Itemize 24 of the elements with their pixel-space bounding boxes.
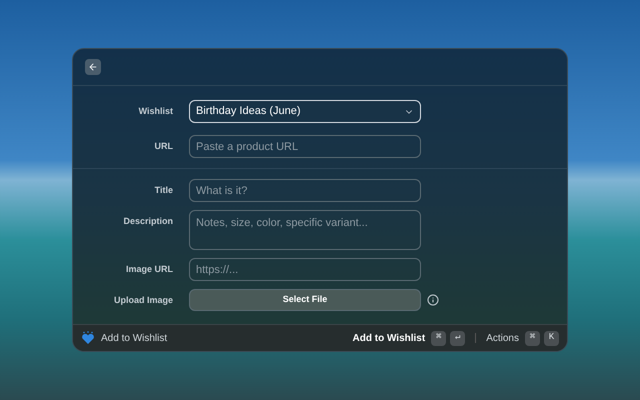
- textarea-field[interactable]: Notes, size, color, specific variant...: [189, 210, 421, 250]
- back-button[interactable]: [85, 59, 101, 75]
- key-cap: ↵: [450, 330, 466, 346]
- select-value: Birthday Ideas (June): [196, 104, 301, 120]
- input-field[interactable]: Paste a product URL: [189, 135, 421, 158]
- info-icon[interactable]: [427, 294, 439, 306]
- field-label: Wishlist: [138, 105, 174, 118]
- key-cap: ⌘: [431, 330, 446, 346]
- input-field[interactable]: What is it?: [189, 179, 421, 202]
- add-to-wishlist-button[interactable]: Add to Wishlist: [352, 330, 426, 346]
- field-label: Image URL: [124, 263, 174, 276]
- back-arrow-icon: [88, 62, 98, 72]
- actions-button[interactable]: Actions: [486, 330, 519, 346]
- wishlist-select[interactable]: Birthday Ideas (June): [189, 100, 421, 123]
- input-field[interactable]: https://...: [189, 258, 421, 281]
- select-file-button[interactable]: Select File: [189, 289, 421, 311]
- field-label: URL: [154, 140, 174, 153]
- footer-title: Add to Wishlist: [101, 332, 168, 346]
- key-cap: ⌘: [525, 330, 540, 346]
- field-label: Title: [154, 184, 174, 197]
- field-label: Upload Image: [112, 294, 174, 307]
- key-cap: K: [544, 330, 559, 346]
- field-label: Description: [122, 215, 174, 228]
- heart-sparkle-icon: [81, 331, 95, 345]
